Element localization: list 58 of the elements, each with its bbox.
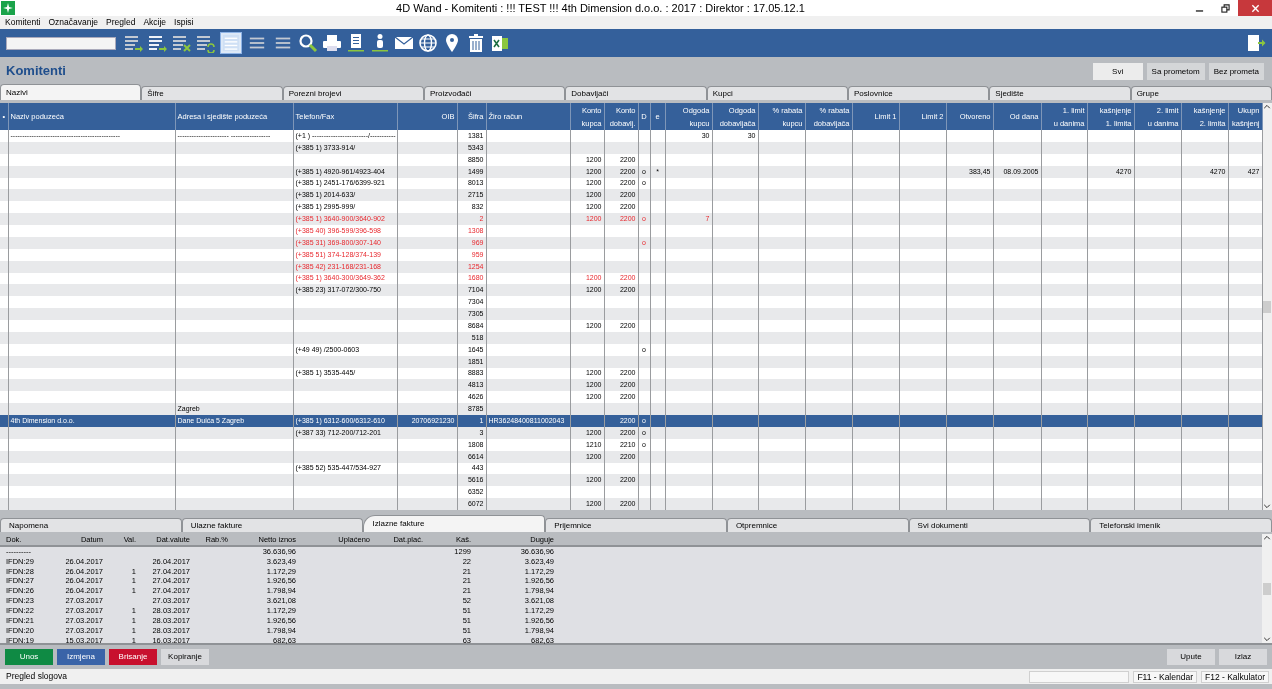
tab[interactable]: Otpremnice — [726, 518, 909, 532]
printer-icon[interactable] — [322, 33, 342, 53]
page-title: Komitenti — [6, 61, 66, 80]
document-icon[interactable] — [346, 33, 366, 53]
search-icon[interactable] — [298, 33, 318, 53]
tab[interactable]: Prijemnice — [545, 518, 727, 532]
status-text: F12 - Kalkulator — [1201, 670, 1269, 683]
tab[interactable]: Poslovnice — [847, 86, 990, 100]
tab[interactable]: Grupe — [1130, 86, 1272, 100]
list-arrow-icon[interactable] — [124, 33, 144, 53]
action-button[interactable]: Unos — [5, 649, 53, 665]
scroll-thumb[interactable] — [1263, 300, 1272, 313]
action-button[interactable]: Izlaz — [1219, 649, 1267, 665]
scroll-down-icon[interactable] — [1263, 635, 1271, 643]
restore-icon[interactable] — [1220, 3, 1230, 13]
search-field[interactable] — [6, 36, 116, 50]
scroll-thumb[interactable] — [1263, 582, 1271, 595]
tab[interactable]: Šifre — [141, 86, 283, 100]
filter-button[interactable]: Sa prometom — [1146, 63, 1205, 80]
tab[interactable]: Ulazne fakture — [181, 518, 364, 532]
list-refresh-icon[interactable] — [196, 33, 216, 53]
scroll-up-icon[interactable] — [1263, 534, 1271, 542]
filter-button[interactable]: Bez prometa — [1208, 63, 1264, 80]
window-title: 4D Wand - Komitenti : !!! TEST !!! 4th Dimension d.o.o. : 2017 : Direktor : 17.05.12.1 — [395, 0, 806, 16]
scroll-up-icon[interactable] — [1263, 103, 1272, 111]
close-icon — [1250, 3, 1260, 13]
tab[interactable]: Telefonski imenik — [1090, 518, 1272, 532]
globe-icon[interactable] — [418, 33, 438, 53]
action-button[interactable]: Izmjena — [57, 649, 105, 665]
list-view-icon — [222, 34, 240, 52]
tab[interactable]: Proizvođači — [424, 86, 566, 100]
close-button[interactable] — [1238, 0, 1272, 16]
menu-item[interactable]: Ispisi — [174, 16, 194, 29]
menu-item[interactable]: Označavanje — [48, 16, 99, 29]
list-arrow-icon[interactable] — [148, 33, 168, 53]
scroll-down-icon[interactable] — [1263, 502, 1272, 510]
list-remove-icon[interactable] — [172, 33, 192, 53]
menu-item[interactable]: Akcije — [143, 16, 167, 29]
menu-item[interactable]: Pregled — [106, 16, 136, 29]
person-icon[interactable] — [370, 33, 390, 53]
trash-icon[interactable] — [466, 33, 486, 53]
status-text: F11 - Kalendar — [1133, 670, 1197, 683]
action-button[interactable]: Brisanje — [109, 649, 157, 665]
tab[interactable]: Porezni brojevi — [282, 86, 424, 100]
action-button[interactable]: Kopiranje — [161, 649, 209, 665]
tab[interactable]: Sjedište — [989, 86, 1131, 100]
exit-icon[interactable] — [1246, 33, 1266, 53]
filter-button[interactable]: Svi — [1092, 63, 1143, 80]
tab[interactable]: Svi dokumenti — [908, 518, 1091, 532]
tab[interactable]: Dobavljači — [565, 86, 707, 100]
action-button[interactable]: Upute — [1167, 649, 1215, 665]
tab[interactable]: Nazivi — [0, 84, 142, 100]
spreadsheet-icon[interactable] — [490, 33, 510, 53]
menu-item[interactable]: Komitenti — [5, 16, 41, 29]
tab[interactable]: Izlazne fakture — [363, 515, 546, 532]
status-text: Pregled slogova — [5, 670, 68, 683]
tab[interactable]: Kupci — [706, 86, 848, 100]
tab[interactable]: Napomena — [0, 518, 182, 532]
